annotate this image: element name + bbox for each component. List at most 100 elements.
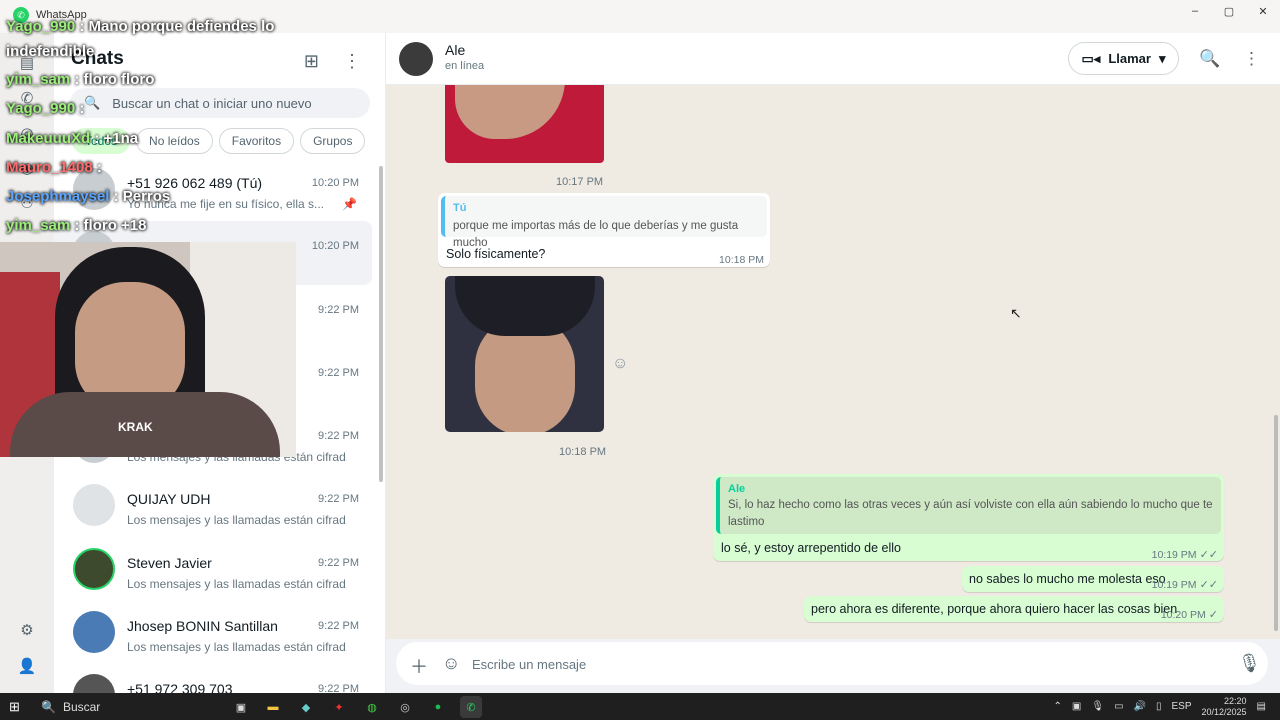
chevron-up-icon[interactable]: ⌃ bbox=[1054, 701, 1062, 712]
menu-icon[interactable]: ⋮ bbox=[1243, 49, 1260, 69]
chat-time: 9:22 PM bbox=[318, 556, 359, 569]
contact-avatar[interactable] bbox=[399, 42, 433, 76]
time-label: 10:19 PM bbox=[1151, 579, 1197, 591]
composer-box: ＋ ☺ Escribe un mensaje 🎙 bbox=[396, 642, 1268, 685]
chat-list-scrollbar[interactable] bbox=[379, 166, 383, 482]
message-input[interactable]: Escribe un mensaje bbox=[472, 657, 586, 672]
filter-chips: Todos No leídos Favoritos Grupos bbox=[72, 128, 366, 154]
chevron-down-icon: ▾ bbox=[1158, 50, 1166, 66]
message-composer: ＋ ☺ Escribe un mensaje 🎙 bbox=[386, 639, 1280, 693]
message-bubble-outgoing[interactable]: pero ahora es diferente, porque ahora qu… bbox=[804, 596, 1224, 622]
network-icon[interactable]: ▭ bbox=[1114, 701, 1123, 712]
spotify-icon[interactable]: ● bbox=[427, 696, 449, 718]
contact-status: en línea bbox=[445, 60, 485, 72]
sticker-icon[interactable]: ☺ bbox=[442, 653, 460, 674]
taskbar-search[interactable]: 🔍 Buscar bbox=[33, 695, 223, 718]
image-message[interactable] bbox=[445, 85, 604, 163]
chat-row[interactable]: 9:22 PM án cifrad... bbox=[54, 285, 386, 348]
search-icon[interactable]: 🔍 bbox=[1199, 49, 1220, 69]
filter-todos[interactable]: Todos bbox=[72, 128, 131, 154]
chat-row[interactable]: +51 972 309 703 9:22 PM bbox=[54, 664, 386, 693]
chat-row[interactable]: QUIJAY UDH 9:22 PM Los mensajes y las ll… bbox=[54, 474, 386, 537]
chat-name: +51 926 062 489 (Tú) bbox=[127, 175, 263, 191]
message-bubble-outgoing[interactable]: Ale Si, lo haz hecho como las otras vece… bbox=[713, 474, 1224, 561]
chat-preview: Los mensajes y las llamadas están cifrad… bbox=[127, 576, 347, 591]
task-view-icon[interactable]: ▣ bbox=[230, 696, 252, 718]
conversation-header: Ale en línea ▭◂ Llamar ▾ 🔍 ⋮ bbox=[386, 33, 1280, 85]
volume-icon[interactable]: 🔊 bbox=[1134, 701, 1146, 712]
battery-icon[interactable]: ▯ bbox=[1156, 701, 1162, 712]
message-time: 10:18 PM bbox=[719, 254, 764, 266]
chat-row[interactable]: Jhosep BONIN Santillan 9:22 PM Los mensa… bbox=[54, 601, 386, 664]
double-check-icon: ✓✓ bbox=[1199, 549, 1218, 561]
chat-row[interactable]: 9:22 PM án cifrad... bbox=[54, 348, 386, 411]
chat-preview: án cifrad... bbox=[127, 323, 184, 338]
plus-icon[interactable]: ＋ bbox=[410, 653, 428, 679]
maximize-button[interactable]: ▢ bbox=[1212, 0, 1246, 22]
filter-grupos[interactable]: Grupos bbox=[300, 128, 366, 154]
chat-preview: ue ahora ... bbox=[127, 260, 188, 275]
whatsapp-window: ✆ WhatsApp – ▢ ✕ ▤ ✆ ◎ ◉ ⚇ ⚙ 👤 Chats ⊞ ⋮… bbox=[0, 0, 1280, 693]
quote-text: Si, lo haz hecho como las otras veces y … bbox=[728, 499, 1213, 511]
filter-no-leidos[interactable]: No leídos bbox=[136, 128, 213, 154]
chats-icon[interactable]: ▤ bbox=[17, 53, 37, 73]
microphone-icon[interactable]: 🎙 bbox=[1238, 653, 1261, 674]
whatsapp-taskbar-icon[interactable]: ✆ bbox=[460, 696, 482, 718]
new-chat-icon[interactable]: ⊞ bbox=[304, 51, 319, 72]
message-bubble-incoming[interactable]: Tú porque me importas más de lo que debe… bbox=[438, 193, 770, 267]
chat-preview: Los mensajes y las llamadas están cifrad… bbox=[127, 640, 347, 655]
react-emoji-icon[interactable]: ☺ bbox=[612, 355, 634, 377]
app-icon[interactable]: ◆ bbox=[295, 696, 317, 718]
window-title: WhatsApp bbox=[36, 9, 87, 21]
profile-icon[interactable]: 👤 bbox=[17, 656, 37, 676]
chat-preview: Yo nunca me fije en su físico, ella s... bbox=[127, 197, 324, 211]
status-icon[interactable]: ◎ bbox=[17, 123, 37, 143]
chat-row-selected[interactable]: 10:20 PM ue ahora ... bbox=[54, 221, 372, 285]
search-input[interactable]: 🔍 Buscar un chat o iniciar uno nuevo bbox=[70, 88, 370, 118]
filter-favoritos[interactable]: Favoritos bbox=[218, 128, 295, 154]
tray-icon[interactable]: ▣ bbox=[1072, 701, 1081, 712]
channels-icon[interactable]: ◉ bbox=[17, 158, 37, 178]
whatsapp-logo-icon: ✆ bbox=[13, 7, 29, 23]
message-text: no sabes lo mucho me molesta eso bbox=[969, 572, 1166, 586]
app-icon[interactable]: ◎ bbox=[394, 696, 416, 718]
chat-sidebar: Chats ⊞ ⋮ 🔍 Buscar un chat o iniciar uno… bbox=[54, 33, 386, 693]
pin-icon: 📌 bbox=[342, 197, 357, 211]
close-button[interactable]: ✕ bbox=[1246, 0, 1280, 22]
minimize-button[interactable]: – bbox=[1178, 0, 1212, 22]
quoted-message[interactable]: Ale Si, lo haz hecho como las otras vece… bbox=[716, 477, 1221, 534]
search-icon: 🔍 bbox=[41, 699, 56, 714]
chat-row[interactable]: +51 926 062 489 (Tú) 10:20 PM Yo nunca m… bbox=[54, 158, 386, 221]
calls-icon[interactable]: ✆ bbox=[17, 88, 37, 108]
notifications-icon[interactable]: ▤ bbox=[1257, 701, 1266, 712]
windows-taskbar: ⊞ 🔍 Buscar ▣ ▬ ◆ ✦ ◍ ◎ ● ✆ ⌃ ▣ 🎙 ▭ 🔊 ▯ E… bbox=[0, 693, 1280, 720]
message-text: Solo físicamente? bbox=[446, 247, 546, 261]
contact-name[interactable]: Ale bbox=[445, 42, 465, 58]
message-text: pero ahora es diferente, porque ahora qu… bbox=[811, 602, 1178, 616]
check-icon: ✓ bbox=[1208, 609, 1218, 621]
mouse-cursor-icon: ↖ bbox=[1010, 305, 1022, 321]
quoted-message[interactable]: Tú porque me importas más de lo que debe… bbox=[441, 196, 767, 249]
chat-name: Jhosep BONIN Santillan bbox=[127, 618, 278, 635]
menu-icon[interactable]: ⋮ bbox=[343, 51, 361, 72]
clock-time: 22:20 bbox=[1224, 695, 1247, 706]
chrome-icon[interactable]: ◍ bbox=[361, 696, 383, 718]
conversation-scrollbar[interactable] bbox=[1274, 415, 1278, 631]
call-button[interactable]: ▭◂ Llamar ▾ bbox=[1068, 42, 1179, 75]
chat-row[interactable]: 9:22 PM Los mensajes y las llamadas está… bbox=[54, 411, 386, 474]
image-message[interactable] bbox=[445, 276, 604, 432]
windows-start-icon[interactable]: ⊞ bbox=[9, 699, 20, 715]
communities-icon[interactable]: ⚇ bbox=[17, 193, 37, 213]
chat-row[interactable]: Steven Javier 9:22 PM Los mensajes y las… bbox=[54, 538, 386, 601]
avatar bbox=[73, 611, 115, 654]
clock-date: 20/12/2025 bbox=[1201, 706, 1247, 717]
message-bubble-outgoing[interactable]: no sabes lo mucho me molesta eso 10:19 P… bbox=[962, 566, 1224, 592]
file-explorer-icon[interactable]: ▬ bbox=[262, 696, 284, 718]
settings-gear-icon[interactable]: ⚙ bbox=[17, 620, 37, 640]
microphone-icon[interactable]: 🎙 bbox=[1091, 701, 1104, 712]
language-indicator[interactable]: ESP bbox=[1171, 701, 1191, 712]
conversation-pane: 10:17 PM Tú porque me importas más de lo… bbox=[386, 85, 1280, 639]
clock[interactable]: 22:20 20/12/2025 bbox=[1202, 696, 1247, 718]
chat-time: 9:22 PM bbox=[318, 430, 359, 443]
app-icon[interactable]: ✦ bbox=[328, 696, 350, 718]
